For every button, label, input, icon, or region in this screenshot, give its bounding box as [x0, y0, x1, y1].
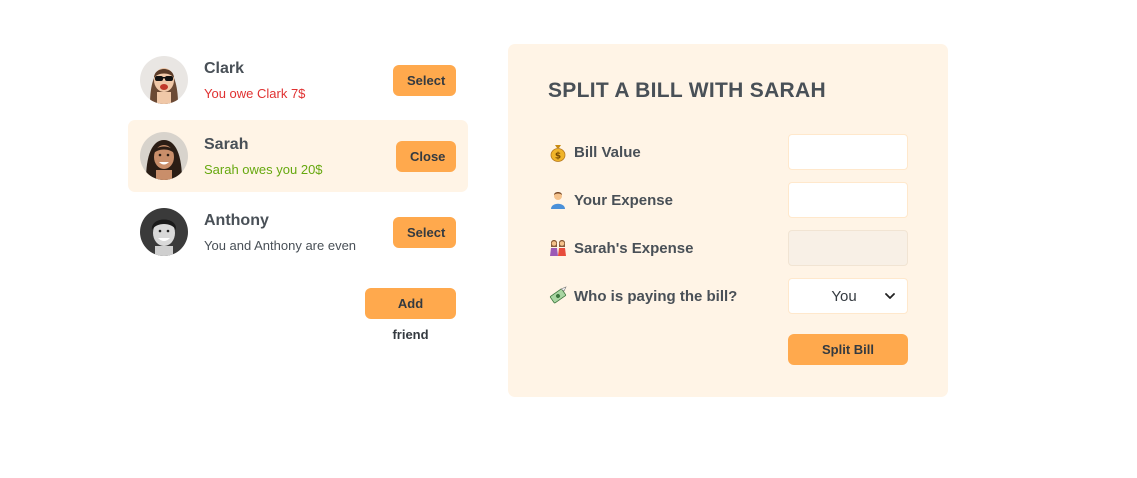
friend-expense-label: Sarah's Expense [548, 230, 693, 266]
select-friend-button[interactable]: Select [393, 65, 456, 96]
friends-list: Clark You owe Clark 7$ Select Sarah Sara… [128, 44, 468, 268]
friend-name: Sarah [204, 136, 249, 153]
payer-row: Who is paying the bill? You [548, 278, 908, 314]
friend-balance: You owe Clark 7$ [204, 86, 306, 101]
friend-name: Anthony [204, 212, 269, 229]
friend-expense-row: Sarah's Expense [548, 230, 908, 266]
two-women-icon [548, 238, 568, 258]
form-title: SPLIT A BILL WITH SARAH [548, 79, 826, 102]
bill-value-text: Bill Value [574, 143, 641, 161]
payer-select[interactable]: You [788, 278, 908, 314]
close-friend-button[interactable]: Close [396, 141, 456, 172]
friend-expense-text: Sarah's Expense [574, 239, 694, 257]
friend-balance: You and Anthony are even [204, 238, 357, 253]
your-expense-label: Your Expense [548, 182, 673, 218]
chevron-down-icon [883, 289, 897, 303]
avatar-sarah [140, 132, 188, 180]
split-bill-button[interactable]: Split Bill [788, 334, 908, 365]
friend-item-sarah: Sarah Sarah owes you 20$ Close [128, 120, 468, 192]
person-icon [548, 190, 568, 210]
friend-item-anthony: Anthony You and Anthony are even Select [128, 196, 468, 268]
your-expense-input[interactable] [788, 182, 908, 218]
money-bag-icon: $ [548, 142, 568, 162]
bill-value-row: $ Bill Value [548, 134, 908, 170]
payer-label: Who is paying the bill? [548, 278, 737, 314]
friends-sidebar: Clark You owe Clark 7$ Select Sarah Sara… [128, 44, 468, 342]
avatar-anthony [140, 208, 188, 256]
payer-selected-value: You [831, 287, 857, 305]
bill-value-label: $ Bill Value [548, 134, 641, 170]
avatar-clark [140, 56, 188, 104]
bill-value-input[interactable] [788, 134, 908, 170]
friend-balance: Sarah owes you 20$ [204, 162, 323, 177]
friend-expense-input [788, 230, 908, 266]
payer-text: Who is paying the bill? [574, 287, 738, 305]
your-expense-text: Your Expense [574, 191, 673, 209]
your-expense-row: Your Expense [548, 182, 908, 218]
svg-text:$: $ [555, 152, 561, 162]
friend-name: Clark [204, 60, 245, 77]
split-bill-form: SPLIT A BILL WITH SARAH $ Bill Value You… [508, 44, 948, 397]
money-with-wings-icon [548, 286, 568, 306]
app: Clark You owe Clark 7$ Select Sarah Sara… [0, 0, 1137, 478]
friend-item-clark: Clark You owe Clark 7$ Select [128, 44, 468, 116]
add-friend-button[interactable]: Add friend [365, 288, 456, 342]
select-friend-button[interactable]: Select [393, 217, 456, 248]
